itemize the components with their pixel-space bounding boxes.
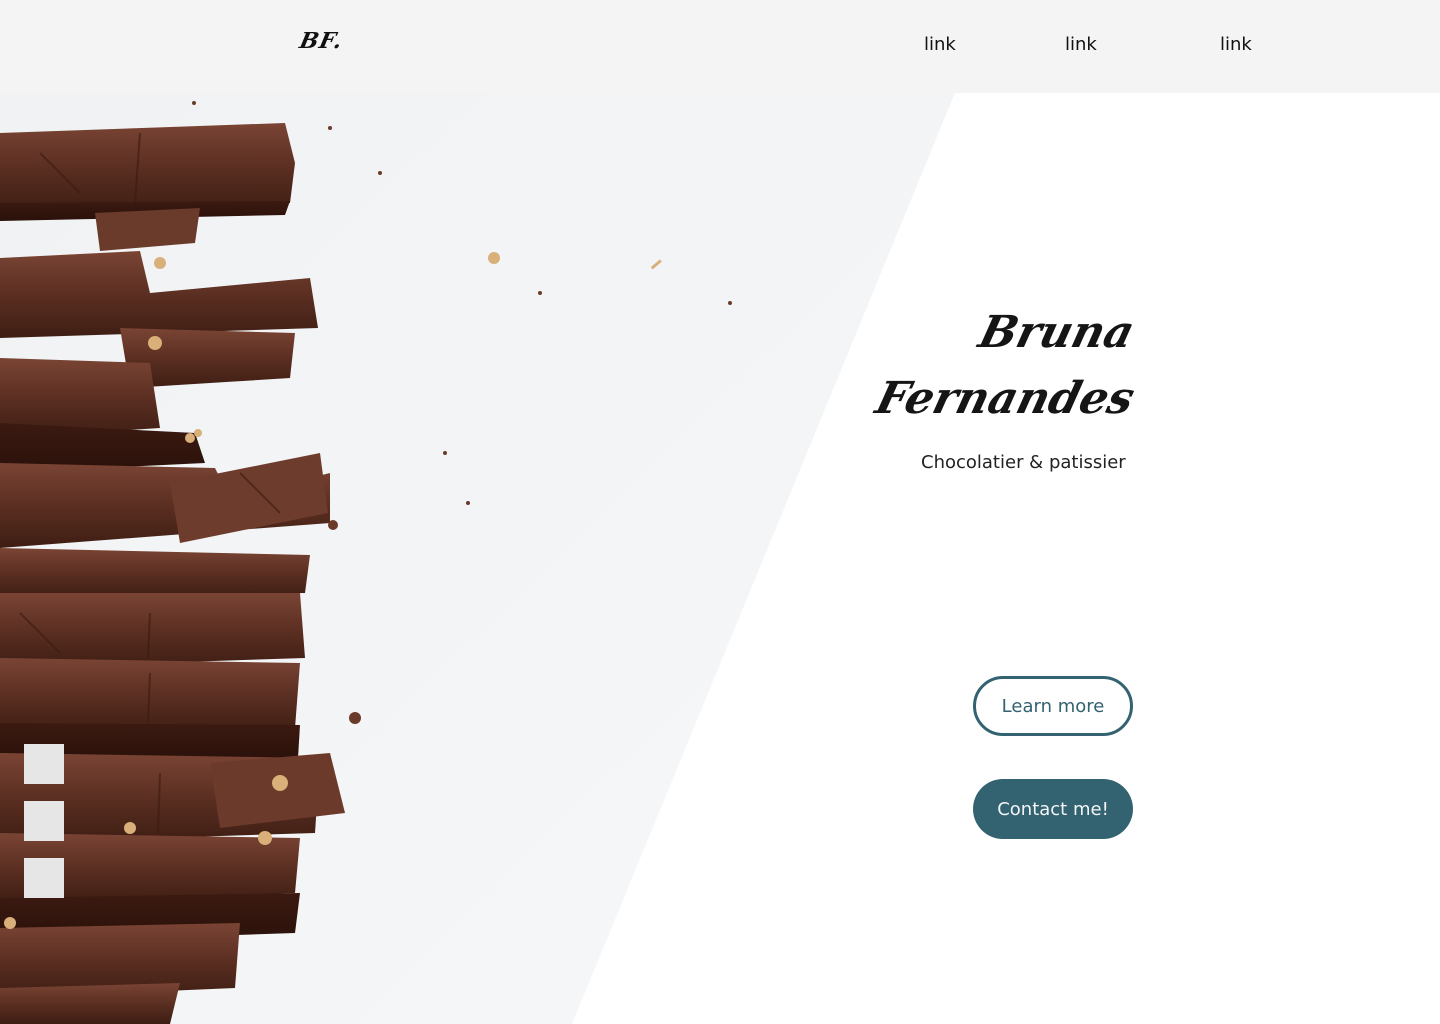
nav-link-1[interactable]: link (924, 34, 956, 55)
side-indicator-2[interactable] (24, 801, 64, 841)
nav-link-2[interactable]: link (1065, 34, 1097, 55)
logo[interactable]: BF. (297, 28, 345, 54)
hero-heading: Bruna Fernandes (871, 300, 1140, 432)
name-first: Bruna (973, 307, 1140, 358)
learn-more-button[interactable]: Learn more (973, 676, 1133, 736)
nav-link-3[interactable]: link (1220, 34, 1252, 55)
chocolate-hero-image (0, 93, 1440, 1024)
hero-subtitle: Chocolatier & patissier (921, 452, 1126, 473)
contact-button[interactable]: Contact me! (973, 779, 1133, 839)
name-last: Fernandes (870, 373, 1140, 424)
top-navigation-bar: BF. link link link (0, 0, 1440, 93)
side-indicator-3[interactable] (24, 858, 64, 898)
side-indicator-1[interactable] (24, 744, 64, 784)
